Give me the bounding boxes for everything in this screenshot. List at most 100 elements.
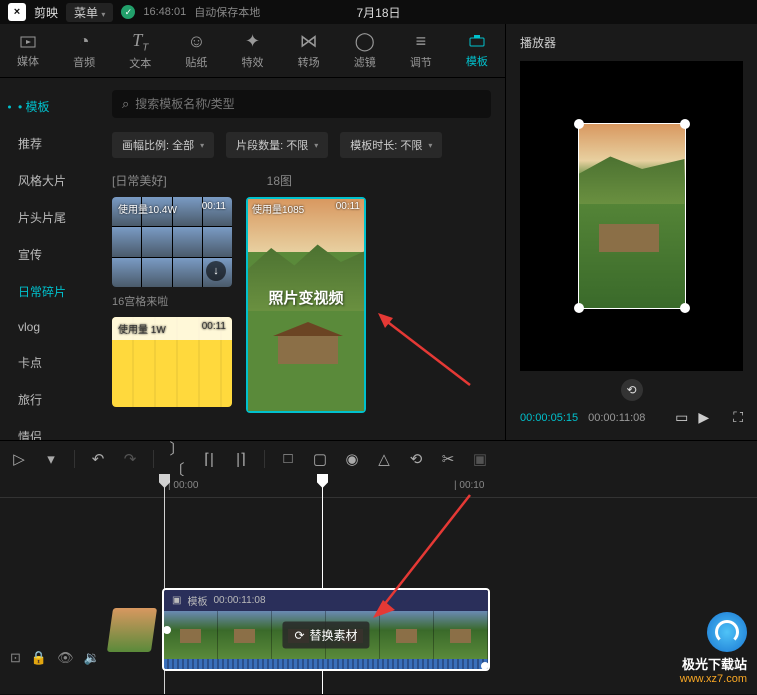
crop2-tool[interactable]: ✂ bbox=[439, 450, 457, 468]
crop-tool[interactable]: ▢ bbox=[311, 450, 329, 468]
player-title: 播放器 bbox=[506, 24, 757, 61]
timeline-controls: ⊡ 🔒 👁 🔉 bbox=[10, 650, 100, 666]
app-name: 剪映 bbox=[34, 4, 58, 21]
template-thumb-1[interactable]: 使用量10.4W00:11 ↓ bbox=[112, 197, 232, 287]
tab-adjust[interactable]: ≡调节 bbox=[393, 24, 449, 77]
resize-handle-bl[interactable] bbox=[574, 303, 584, 313]
media-icon bbox=[19, 33, 37, 51]
search-box[interactable]: ⌕ bbox=[112, 90, 491, 118]
time-total: 00:00:11:08 bbox=[588, 412, 645, 424]
trim-left-tool[interactable]: ⌈| bbox=[200, 450, 218, 468]
text-icon: TT bbox=[132, 30, 148, 54]
sidebar-item-vlog[interactable]: vlog bbox=[0, 310, 98, 344]
sidebar-item-couple[interactable]: 情侣 bbox=[0, 418, 98, 440]
download-icon[interactable]: ↓ bbox=[206, 261, 226, 281]
eye-icon[interactable]: 👁 bbox=[57, 650, 74, 666]
timeline-toolbar: ▷ ▾ ↶ ↷ 〕〔 ⌈| |⌉ □ ▢ ◉ △ ⟲ ✂ ▣ bbox=[0, 440, 757, 476]
resize-handle-br[interactable] bbox=[680, 303, 690, 313]
search-icon: ⌕ bbox=[122, 96, 129, 112]
rotate-tool[interactable]: ⟲ bbox=[407, 450, 425, 468]
filter-ratio[interactable]: 画幅比例: 全部▾ bbox=[112, 132, 214, 158]
menu-button[interactable]: 菜单 ▾ bbox=[66, 3, 113, 22]
split-tool[interactable]: 〕〔 bbox=[168, 438, 186, 480]
sidebar-item-beat[interactable]: 卡点 bbox=[0, 344, 98, 381]
tab-audio[interactable]: ◔音频 bbox=[56, 24, 112, 77]
sidebar-item-travel[interactable]: 旅行 bbox=[0, 381, 98, 418]
resize-handle-tr[interactable] bbox=[680, 119, 690, 129]
thumb-image: 照片变视频 bbox=[246, 197, 366, 413]
tab-template[interactable]: 模板 bbox=[449, 24, 505, 77]
asset-panel: 媒体 ◔音频 TT文本 ☺贴纸 ✦特效 ⋈转场 ◯滤镜 ≡调节 模板 • 模板 … bbox=[0, 24, 506, 440]
redo-button[interactable]: ↷ bbox=[121, 450, 139, 468]
pointer-dropdown[interactable]: ▾ bbox=[42, 450, 60, 468]
rotate-icon[interactable]: ⟲ bbox=[621, 379, 643, 401]
sidebar-item-style[interactable]: 风格大片 bbox=[0, 162, 98, 199]
delete-tool[interactable]: □ bbox=[279, 450, 297, 467]
mirror-tool[interactable]: △ bbox=[375, 450, 393, 468]
tab-filter[interactable]: ◯滤镜 bbox=[337, 24, 393, 77]
filter-icon: ◯ bbox=[355, 31, 375, 52]
clip-audio-waveform bbox=[164, 659, 488, 669]
template-thumb-3[interactable]: 使用量 1W00:11 bbox=[112, 317, 232, 407]
play-button[interactable]: ▶ bbox=[698, 409, 709, 426]
player-panel: 播放器 ⟲ 00:00:05:15 00:00:11:08 ▭ ▶ ⛶ bbox=[506, 24, 757, 440]
ruler-tick: | 00:10 bbox=[454, 480, 484, 491]
watermark-name: 极光下载站 bbox=[680, 654, 747, 673]
trim-right-tool[interactable]: |⌉ bbox=[232, 450, 250, 468]
sidebar-item-intro[interactable]: 片头片尾 bbox=[0, 199, 98, 236]
clip-handle-left[interactable] bbox=[163, 626, 171, 634]
template-badge-icon: ▣ bbox=[172, 595, 181, 606]
pointer-tool[interactable]: ▷ bbox=[10, 450, 28, 468]
ruler-tick: | 00:00 bbox=[168, 480, 198, 491]
clip-handle-right[interactable] bbox=[481, 662, 489, 670]
filter-segments[interactable]: 片段数量: 不限▾ bbox=[226, 132, 328, 158]
magnet-icon[interactable]: ⊡ bbox=[10, 650, 21, 666]
thumb-usage: 使用量10.4W bbox=[118, 201, 177, 216]
time-ruler[interactable]: | 00:00 | 00:10 bbox=[0, 476, 757, 498]
audio-icon: ◔ bbox=[79, 31, 90, 52]
watermark: 极光下载站 www.xz7.com bbox=[680, 612, 747, 685]
mute-icon[interactable]: 🔉 bbox=[84, 650, 100, 666]
ratio-icon[interactable]: ▭ bbox=[675, 409, 688, 426]
replace-icon: ⟳ bbox=[294, 628, 304, 642]
clip-thumbnail[interactable] bbox=[107, 608, 157, 652]
autosave-time: 16:48:01 bbox=[143, 6, 186, 18]
record-tool[interactable]: ◉ bbox=[343, 450, 361, 468]
section-label-b: 18图 bbox=[267, 172, 292, 189]
watermark-logo-icon bbox=[707, 612, 747, 652]
sidebar-item-promo[interactable]: 宣传 bbox=[0, 236, 98, 273]
chevron-down-icon: ▾ bbox=[200, 141, 204, 150]
replace-material-button[interactable]: ⟳ 替换素材 bbox=[282, 622, 369, 649]
undo-button[interactable]: ↶ bbox=[89, 450, 107, 468]
preview-canvas[interactable]: ⟲ bbox=[520, 61, 743, 371]
sidebar-item-template[interactable]: • 模板 bbox=[0, 88, 98, 125]
clip-duration: 00:00:11:08 bbox=[213, 595, 265, 606]
tab-sticker[interactable]: ☺贴纸 bbox=[168, 24, 224, 77]
tab-transition[interactable]: ⋈转场 bbox=[281, 24, 337, 77]
tab-effects[interactable]: ✦特效 bbox=[224, 24, 280, 77]
sidebar-item-daily[interactable]: 日常碎片 bbox=[0, 273, 98, 310]
sidebar-item-recommend[interactable]: 推荐 bbox=[0, 125, 98, 162]
filter-duration[interactable]: 模板时长: 不限▾ bbox=[340, 132, 442, 158]
thumb-usage: 使用量 1W bbox=[118, 321, 166, 336]
tab-text[interactable]: TT文本 bbox=[112, 24, 168, 77]
chevron-down-icon: ▾ bbox=[314, 141, 318, 150]
sticker-icon: ☺ bbox=[187, 31, 205, 52]
clip-header: ▣ 模板 00:00:11:08 bbox=[164, 590, 488, 611]
template-clip[interactable]: ▣ 模板 00:00:11:08 ⟳ 替换素材 bbox=[162, 588, 490, 671]
template-sidebar: • 模板 推荐 风格大片 片头片尾 宣传 日常碎片 vlog 卡点 旅行 情侣 bbox=[0, 78, 98, 440]
search-input[interactable] bbox=[135, 97, 481, 111]
export-frame-tool[interactable]: ▣ bbox=[471, 450, 489, 468]
adjust-icon: ≡ bbox=[416, 31, 427, 52]
template-thumb-2[interactable]: 照片变视频 使用量1085 00:11 bbox=[246, 197, 366, 413]
resize-handle-tl[interactable] bbox=[574, 119, 584, 129]
autosave-text: 自动保存本地 bbox=[194, 4, 260, 20]
thumb-overlay-text: 照片变视频 bbox=[248, 287, 364, 308]
thumb-duration: 00:11 bbox=[336, 201, 360, 216]
preview-clip[interactable] bbox=[578, 123, 686, 309]
thumb-usage: 使用量1085 bbox=[252, 201, 304, 216]
timeline[interactable]: | 00:00 | 00:10 ▣ 模板 00:00:11:08 ⟳ 替换素材 … bbox=[0, 476, 757, 694]
tab-media[interactable]: 媒体 bbox=[0, 24, 56, 77]
fullscreen-icon[interactable]: ⛶ bbox=[733, 409, 743, 426]
lock-icon[interactable]: 🔒 bbox=[31, 650, 47, 666]
